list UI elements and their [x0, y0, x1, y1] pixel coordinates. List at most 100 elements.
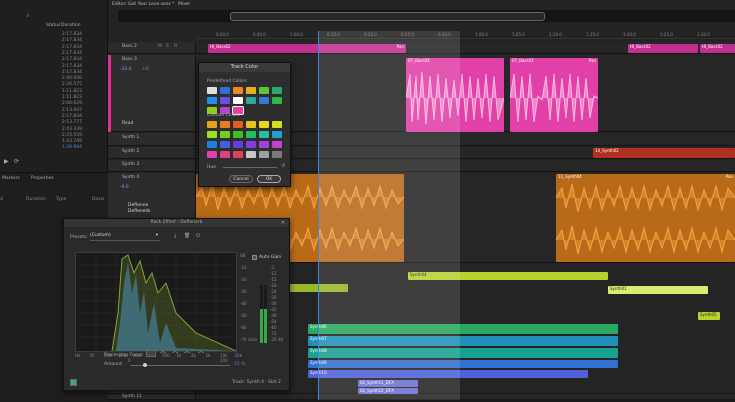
color-swatch[interactable] [220, 131, 230, 138]
save-preset-icon[interactable]: ⤓ [174, 233, 176, 239]
cancel-button[interactable]: Cancel [229, 175, 253, 183]
color-swatch[interactable] [259, 151, 269, 158]
clip-hi-bass02-b[interactable]: HI_Bass02 [628, 44, 698, 53]
effect-slot-1[interactable]: Deflenne [128, 203, 148, 208]
color-swatch[interactable] [207, 87, 217, 94]
effect-slot-2[interactable]: Deflenerb [128, 209, 150, 214]
color-swatch[interactable] [246, 131, 256, 138]
track-pan-value[interactable]: -33.6 [120, 67, 132, 72]
clip-synth10[interactable]: Synth10 [308, 370, 588, 378]
color-swatch[interactable] [233, 141, 243, 148]
color-swatch[interactable] [246, 97, 256, 104]
clip-synth04-b[interactable]: 11_Synth04 Pan [556, 174, 735, 262]
tab-mixer[interactable]: Mixer [178, 2, 190, 7]
color-swatch[interactable] [207, 121, 217, 128]
color-swatch[interactable] [272, 87, 282, 94]
power-toggle[interactable] [70, 379, 77, 386]
clip-hi-bass02-c[interactable]: HI_Bass02 [700, 44, 735, 53]
clip-synth05-lime[interactable]: Synth05 [698, 312, 720, 320]
loop-icon[interactable]: ⟳ [14, 158, 19, 165]
overview-zoom-thumb[interactable] [230, 12, 545, 21]
clip-synth06[interactable]: Synth06 [308, 324, 618, 334]
color-swatch[interactable] [233, 87, 243, 94]
focus-low-icon[interactable]: ⌒ [160, 350, 166, 359]
search-icon[interactable]: ⌕ [26, 12, 29, 20]
color-swatch[interactable] [272, 131, 282, 138]
color-swatch[interactable] [220, 141, 230, 148]
tab-properties[interactable]: Properties [31, 176, 54, 181]
color-swatch[interactable] [220, 121, 230, 128]
color-swatch[interactable] [233, 121, 243, 128]
color-swatch[interactable] [246, 141, 256, 148]
delete-preset-icon[interactable]: 🗑 [184, 233, 190, 239]
duration-column-header[interactable]: Duration [61, 23, 81, 28]
focus-mid-icon[interactable]: ⌒ [172, 350, 178, 359]
clip-synth09[interactable]: Synth09 [308, 360, 618, 368]
color-swatch[interactable] [207, 151, 217, 158]
track-name[interactable]: Synth 11 [122, 394, 142, 399]
amount-slider[interactable] [130, 363, 230, 367]
color-swatch[interactable] [220, 151, 230, 158]
color-swatch[interactable] [233, 97, 243, 104]
color-swatch[interactable] [207, 97, 217, 104]
clip-hi-bass02-a[interactable]: HI_Bass02 Pan [208, 44, 406, 53]
ok-button[interactable]: OK [257, 175, 281, 183]
amount-slider-thumb[interactable] [143, 363, 147, 367]
track-name[interactable]: Synth 2 [122, 149, 139, 154]
reset-icon[interactable]: ↺ [281, 163, 285, 169]
status-column-header[interactable]: Status [46, 23, 60, 28]
track-color-strip[interactable] [108, 55, 111, 132]
color-swatch[interactable] [272, 121, 282, 128]
auto-gain-checkbox[interactable] [252, 255, 257, 260]
color-swatch[interactable] [220, 87, 230, 94]
play-icon[interactable]: ▶ [4, 158, 9, 165]
spectrum-graph[interactable] [75, 252, 237, 352]
color-swatch[interactable] [233, 151, 243, 158]
color-swatch[interactable] [272, 141, 282, 148]
solo-button[interactable]: S [166, 44, 169, 49]
focus-button-all[interactable] [146, 350, 156, 357]
color-swatch[interactable] [246, 87, 256, 94]
color-swatch[interactable] [259, 141, 269, 148]
presets-dropdown[interactable]: (Custom) ▾ [90, 233, 160, 241]
markers-column-type[interactable]: Type [56, 197, 66, 202]
color-swatch[interactable] [233, 131, 243, 138]
track-name[interactable]: Bass 3 [122, 57, 137, 62]
color-swatch[interactable] [272, 97, 282, 104]
color-swatch[interactable] [220, 97, 230, 104]
session-overview[interactable] [118, 10, 735, 22]
clip-synth04-lime[interactable]: Synth04 [408, 272, 608, 280]
track-name[interactable]: Synth 4 [122, 175, 139, 180]
track-name[interactable]: Synth 1 [122, 135, 139, 140]
clip-07-bass03-a[interactable]: 07_Bass03 [406, 58, 504, 132]
color-swatch[interactable] [272, 151, 282, 158]
color-swatch[interactable] [246, 121, 256, 128]
clip-07-bass03-b[interactable]: 07_Bass03 Pan [510, 58, 598, 132]
clip-synth08[interactable]: Synth08 [308, 348, 618, 358]
color-swatch[interactable] [259, 97, 269, 104]
track-name[interactable]: Synth 3 [122, 162, 139, 167]
hue-slider[interactable] [223, 167, 277, 168]
clip-14-synth02[interactable]: 14_Synth02 [593, 148, 735, 158]
file-row[interactable]: 1:39.994 [0, 145, 108, 152]
record-button[interactable]: R [174, 44, 177, 49]
focus-custom-icon[interactable]: ⌒ [198, 350, 204, 359]
color-swatch[interactable] [259, 87, 269, 94]
track-pan-value[interactable]: -9.6 [120, 185, 129, 190]
time-ruler[interactable]: 0:20.0 0:40.0 1:00.0 0:15.0 0:20.0 0:25.0 0:30… [196, 31, 735, 39]
close-icon[interactable]: ✕ [281, 220, 285, 226]
focus-high-icon[interactable]: ⌒ [184, 350, 190, 359]
amount-value[interactable]: 15 % [234, 362, 245, 367]
tab-editor[interactable]: Editor: Got Your Love.sesx * [112, 2, 175, 7]
track-volume-value[interactable]: +0 [142, 67, 149, 72]
color-swatch[interactable] [207, 141, 217, 148]
power-icon[interactable]: ⏻ [196, 233, 200, 239]
color-swatch[interactable] [207, 131, 217, 138]
markers-column-description[interactable]: Descr [92, 197, 105, 202]
clip-synth11-dfx[interactable]: 02_Synth11_DFX [358, 380, 418, 387]
color-swatch[interactable] [259, 121, 269, 128]
clip-synth01-lime[interactable]: Synth01 [608, 286, 708, 294]
automation-mode[interactable]: Read [122, 121, 133, 126]
tab-markers[interactable]: Markers [2, 176, 20, 181]
mute-button[interactable]: M [158, 44, 162, 49]
